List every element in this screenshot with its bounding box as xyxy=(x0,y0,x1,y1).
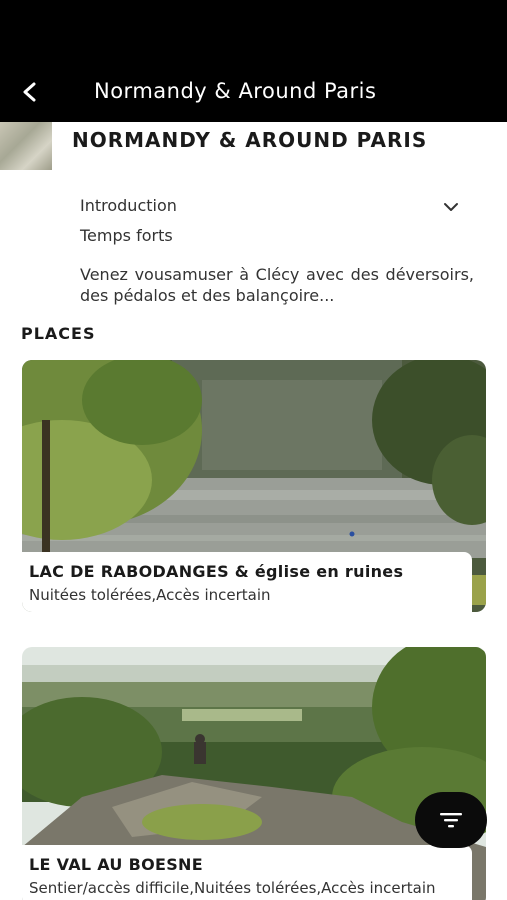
places-heading: PLACES xyxy=(21,324,96,343)
status-bar xyxy=(0,0,507,62)
content-scroll[interactable]: NORMANDY & AROUND PARIS Introduction Tem… xyxy=(0,122,507,900)
app-bar-title: Normandy & Around Paris xyxy=(94,79,377,103)
place-card[interactable]: LAC DE RABODANGES & église en ruines Nui… xyxy=(22,360,486,612)
place-caption: LE VAL AU BOESNE Sentier/accès difficile… xyxy=(22,845,472,900)
back-button[interactable] xyxy=(14,76,46,108)
accordion-label: Introduction xyxy=(80,196,177,215)
place-title: LE VAL AU BOESNE xyxy=(29,855,203,874)
page-title: NORMANDY & AROUND PARIS xyxy=(72,128,428,152)
filter-button[interactable] xyxy=(415,792,487,848)
introduction-accordion[interactable]: Introduction xyxy=(80,196,460,220)
cover-thumbnail xyxy=(0,122,52,170)
intro-description: Venez vousamuser à Clécy avec des dévers… xyxy=(80,265,474,305)
app-bar: Normandy & Around Paris xyxy=(0,62,507,122)
back-arrow-icon xyxy=(23,82,36,102)
highlights-label: Temps forts xyxy=(80,226,173,245)
chevron-down-icon xyxy=(444,203,458,211)
place-tags: Nuitées tolérées,Accès incertain xyxy=(29,586,271,604)
place-caption: LAC DE RABODANGES & église en ruines Nui… xyxy=(22,552,472,612)
place-title: LAC DE RABODANGES & église en ruines xyxy=(29,562,404,581)
place-card[interactable]: LE VAL AU BOESNE Sentier/accès difficile… xyxy=(22,647,486,900)
filter-icon xyxy=(440,813,462,828)
place-tags: Sentier/accès difficile,Nuitées tolérées… xyxy=(29,879,436,897)
